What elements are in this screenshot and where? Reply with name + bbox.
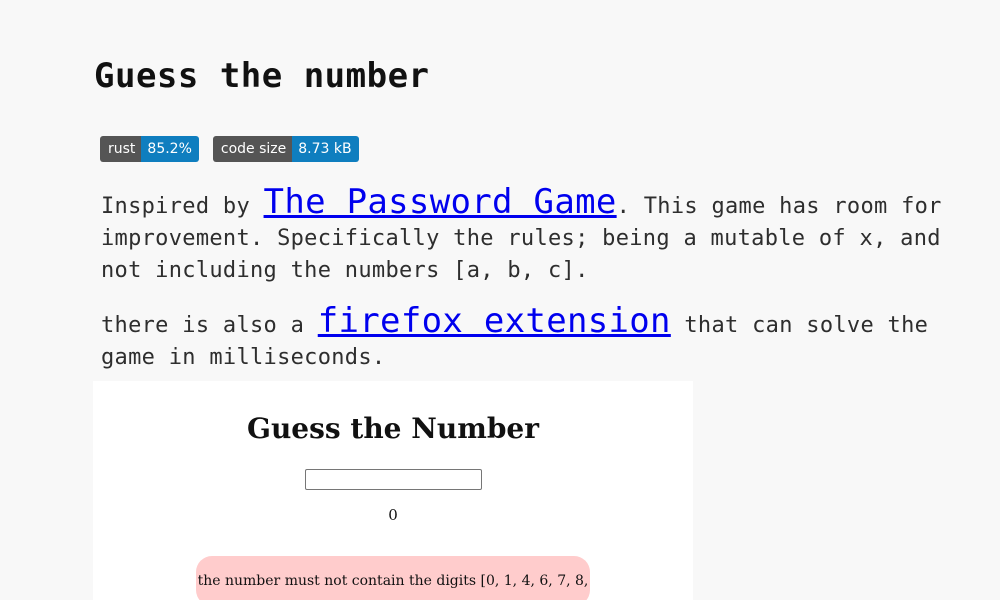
readme-page: Guess the number rust 85.2% code size 8.…: [0, 0, 1000, 600]
extension-paragraph: there is also a firefox extension that c…: [101, 304, 961, 374]
intro-text-before: Inspired by: [101, 194, 264, 219]
guess-input[interactable]: [305, 469, 482, 490]
digit-counter: 0: [388, 506, 398, 524]
extension-text-before: there is also a: [101, 313, 318, 338]
page-title: Guess the number: [94, 56, 430, 96]
intro-paragraph: Inspired by The Password Game. This game…: [101, 185, 961, 287]
language-badge[interactable]: rust 85.2%: [100, 136, 199, 162]
language-badge-value: 85.2%: [141, 136, 199, 162]
code-size-badge[interactable]: code size 8.73 kB: [212, 136, 359, 162]
game-title: Guess the Number: [247, 412, 539, 445]
rule-message: the number must not contain the digits […: [196, 556, 590, 600]
badge-row: rust 85.2% code size 8.73 kB: [100, 136, 359, 162]
game-screenshot: Guess the Number 0 the number must not c…: [93, 381, 693, 600]
code-size-badge-label: code size: [212, 136, 293, 162]
password-game-link[interactable]: The Password Game: [264, 182, 617, 222]
firefox-extension-link[interactable]: firefox extension: [318, 301, 671, 341]
code-size-badge-value: 8.73 kB: [292, 136, 359, 162]
language-badge-label: rust: [100, 136, 142, 162]
